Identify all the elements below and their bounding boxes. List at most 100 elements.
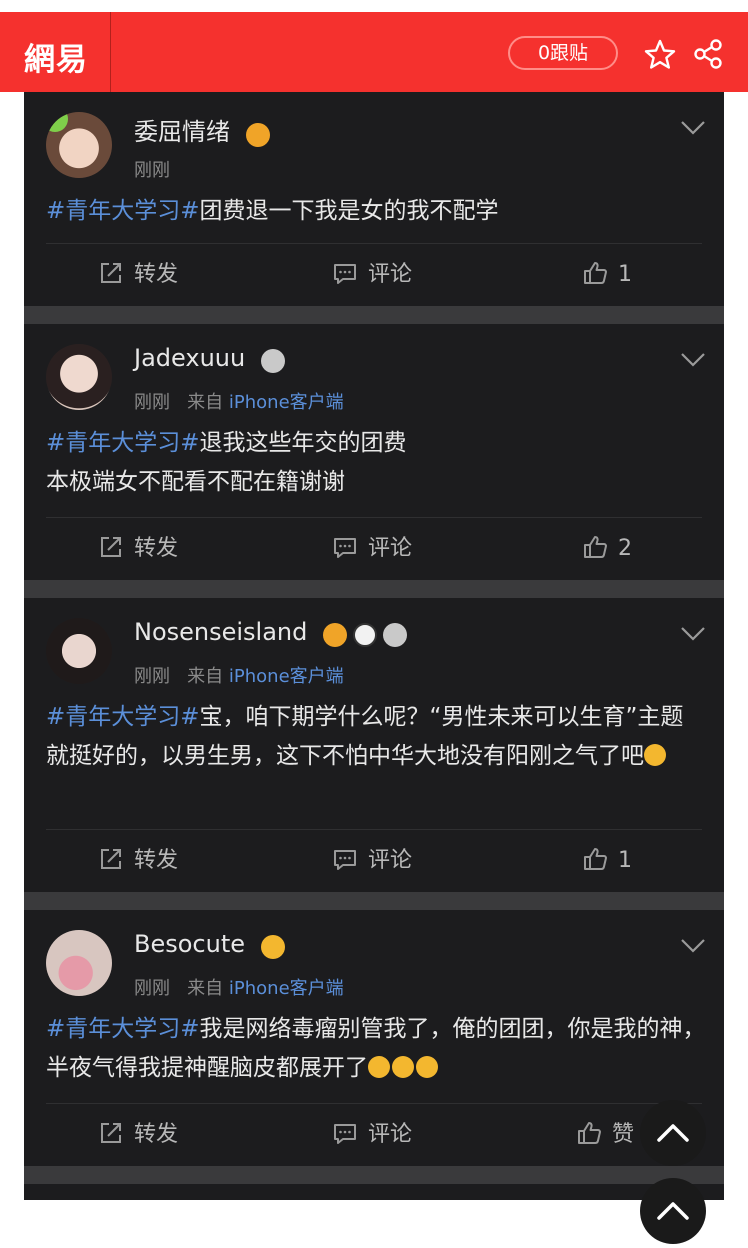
comment-button[interactable]: 评论 — [332, 534, 412, 564]
repost-label: 转发 — [134, 262, 179, 287]
action-bar: 转发 评论 1 — [46, 829, 702, 892]
like-button[interactable]: 1 — [582, 846, 632, 876]
yawn-emoji-icon — [416, 1056, 438, 1078]
avatar[interactable] — [46, 112, 112, 178]
like-count: 1 — [618, 262, 632, 287]
post-source-link[interactable]: iPhone客户端 — [229, 666, 344, 687]
crown-badge-icon — [323, 623, 348, 647]
repost-label: 转发 — [134, 1122, 179, 1147]
source-prefix: 来自 — [187, 392, 224, 413]
yawn-emoji-icon — [392, 1056, 414, 1078]
post-time: 刚刚 — [134, 978, 170, 999]
post-time: 刚刚 — [134, 666, 170, 687]
comment-feed[interactable]: 委屈情绪 刚刚 #青年大学习#团费退一下我是女的我不配学 转发 评论 1 Jad… — [24, 92, 724, 1200]
user-name-text[interactable]: Besocute — [134, 930, 245, 958]
post-text: 团费退一下我是女的我不配学 — [199, 198, 499, 224]
post-meta: 刚刚 来自 iPhone客户端 — [134, 662, 344, 688]
like-count: 1 — [618, 848, 632, 873]
post-source-link[interactable]: iPhone客户端 — [229, 978, 344, 999]
scroll-to-top-button[interactable] — [640, 1100, 706, 1166]
panda-badge-icon — [353, 623, 378, 647]
comment-card: 委屈情绪 刚刚 #青年大学习#团费退一下我是女的我不配学 转发 评论 1 — [24, 92, 724, 306]
page-body: 委屈情绪 刚刚 #青年大学习#团费退一下我是女的我不配学 转发 评论 1 Jad… — [0, 92, 748, 1200]
like-button[interactable]: 2 — [582, 534, 632, 564]
hashtag-link[interactable]: #青年大学习# — [46, 704, 200, 730]
user-name-text[interactable]: 委屈情绪 — [134, 118, 230, 146]
repost-button[interactable]: 转发 — [98, 534, 178, 564]
comment-card — [24, 1184, 724, 1200]
follow-comments-button[interactable]: 0跟贴 — [508, 36, 618, 70]
hashtag-link[interactable]: #青年大学习# — [46, 198, 200, 224]
hashtag-link[interactable]: #青年大学习# — [46, 1016, 200, 1042]
action-bar: 转发 评论 2 — [46, 517, 702, 580]
comment-card: Besocute 刚刚 来自 iPhone客户端 #青年大学习#我是网络毒瘤别管… — [24, 910, 724, 1166]
chevron-down-icon[interactable] — [680, 352, 706, 368]
share-icon[interactable] — [692, 38, 724, 70]
app-header: 網易 0跟贴 — [0, 12, 748, 92]
source-prefix: 来自 — [187, 666, 224, 687]
repost-icon — [101, 263, 121, 283]
comment-button[interactable]: 评论 — [332, 260, 412, 290]
comment-button[interactable]: 评论 — [332, 1120, 412, 1150]
repost-button[interactable]: 转发 — [98, 1120, 178, 1150]
thumbs-up-icon — [584, 536, 607, 558]
user-name[interactable]: Jadexuuu — [134, 344, 291, 374]
like-count: 赞 — [612, 1122, 635, 1147]
user-name-text[interactable]: Nosenseisland — [134, 618, 307, 646]
like-button[interactable]: 1 — [582, 260, 632, 290]
post-meta: 刚刚 来自 iPhone客户端 — [134, 974, 344, 1000]
avatar[interactable] — [46, 930, 112, 996]
comment-label: 评论 — [368, 262, 413, 287]
user-badges — [245, 120, 276, 148]
post-meta: 刚刚 — [134, 156, 170, 182]
thumbs-up-icon — [584, 262, 607, 284]
comment-card: Nosenseisland 刚刚 来自 iPhone客户端 #青年大学习#宝，咱… — [24, 598, 724, 892]
chevron-down-icon[interactable] — [680, 120, 706, 136]
user-name[interactable]: Nosenseisland — [134, 618, 413, 648]
comment-label: 评论 — [368, 848, 413, 873]
hashtag-link[interactable]: #青年大学习# — [46, 430, 200, 456]
source-prefix: 来自 — [187, 978, 224, 999]
comment-icon — [334, 850, 356, 870]
post-content: #青年大学习#我是网络毒瘤别管我了，俺的团团，你是我的神，半夜气得我提神醒脑皮都… — [46, 1010, 706, 1088]
comment-label: 评论 — [368, 536, 413, 561]
user-name[interactable]: Besocute — [134, 930, 291, 960]
scroll-to-top-button-secondary[interactable] — [640, 1178, 706, 1244]
like-count: 2 — [618, 536, 632, 561]
crown-badge-icon — [245, 123, 270, 147]
user-badges — [260, 346, 291, 374]
level-badge-icon — [260, 349, 285, 373]
comment-button[interactable]: 评论 — [332, 846, 412, 876]
repost-icon — [101, 537, 121, 557]
post-source-link[interactable]: iPhone客户端 — [229, 392, 344, 413]
comment-icon — [334, 1124, 356, 1144]
netease-logo[interactable]: 網易 — [24, 34, 88, 79]
repost-label: 转发 — [134, 848, 179, 873]
repost-button[interactable]: 转发 — [98, 260, 178, 290]
avatar[interactable] — [46, 344, 112, 410]
emoji-badge-icon — [260, 935, 285, 959]
post-time: 刚刚 — [134, 392, 170, 413]
thumbs-up-icon — [584, 848, 607, 870]
user-name-text[interactable]: Jadexuuu — [134, 344, 245, 372]
avatar[interactable] — [46, 618, 112, 684]
comment-card: Jadexuuu 刚刚 来自 iPhone客户端 #青年大学习#退我这些年交的团… — [24, 324, 724, 580]
action-bar: 转发 评论 1 — [46, 243, 702, 306]
repost-button[interactable]: 转发 — [98, 846, 178, 876]
user-name[interactable]: 委屈情绪 — [134, 112, 276, 148]
action-bar: 转发 评论 赞 — [46, 1103, 702, 1166]
chevron-down-icon[interactable] — [680, 626, 706, 642]
post-content: #青年大学习#退我这些年交的团费 本极端女不配看不配在籍谢谢 — [46, 424, 706, 502]
chevron-up-icon — [657, 1124, 689, 1142]
post-content: #青年大学习#团费退一下我是女的我不配学 — [46, 192, 706, 231]
post-meta: 刚刚 来自 iPhone客户端 — [134, 388, 344, 414]
comment-icon — [334, 538, 356, 558]
like-button[interactable]: 赞 — [576, 1120, 634, 1150]
chevron-down-icon[interactable] — [680, 938, 706, 954]
user-badges — [260, 932, 291, 960]
post-content: #青年大学习#宝，咱下期学什么呢？“男性未来可以生育”主题就挺好的，以男生男，这… — [46, 698, 706, 776]
repost-icon — [101, 849, 121, 869]
avatar-pendant-icon — [46, 112, 68, 132]
repost-icon — [101, 1123, 121, 1143]
star-icon[interactable] — [644, 38, 676, 70]
